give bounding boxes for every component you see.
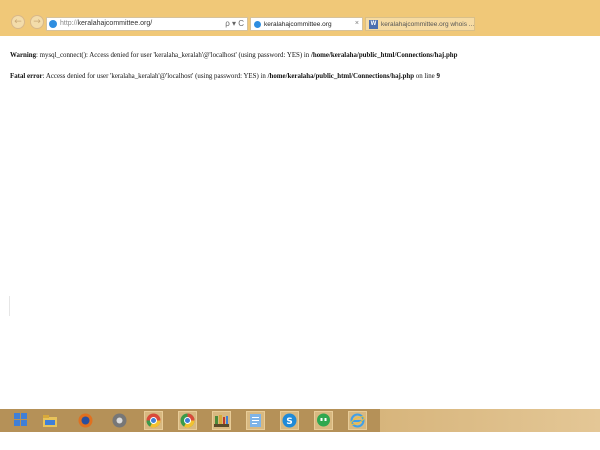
tab-active[interactable]: keralahajcommittee.org × [250, 17, 363, 31]
tab-label: keralahajcommittee.org [264, 21, 332, 28]
fatal-label: Fatal error [10, 73, 43, 80]
fatal-text: : Access denied for user 'keralaha_keral… [42, 73, 268, 80]
url-domain: keralahajcommittee.org/ [77, 20, 153, 27]
chrome-icon[interactable] [178, 411, 197, 430]
scroll-marker [9, 296, 10, 316]
url-text: http://keralahajcommittee.org/ [60, 20, 152, 27]
notepad-icon[interactable] [246, 411, 265, 430]
warning-label: Warning [10, 52, 37, 59]
skype-icon[interactable]: S [280, 411, 299, 430]
search-refresh-icons[interactable]: ρ ▾ C [225, 19, 244, 28]
ie-tab-icon [254, 21, 261, 28]
warning-path: /home/keralaha/public_html/Connections/h… [310, 52, 458, 59]
whois-tab-icon: W [369, 20, 378, 29]
forward-button[interactable]: → [30, 15, 44, 29]
site-favicon-icon [49, 20, 57, 28]
chrome-icon[interactable] [110, 411, 129, 430]
chrome-icon[interactable] [144, 411, 163, 430]
taskbar: S [0, 409, 600, 432]
forward-arrow-icon: → [33, 17, 41, 27]
warning-message: Warning: mysql_connect(): Access denied … [10, 52, 592, 59]
tab-label: keralahajcommittee.org whois ... [381, 21, 475, 28]
back-button[interactable]: ← [11, 15, 25, 29]
page-content: Warning: mysql_connect(): Access denied … [10, 52, 592, 80]
fatal-line-number: 9 [436, 73, 440, 80]
file-explorer-icon[interactable] [40, 411, 59, 430]
warning-text: : mysql_connect(): Access denied for use… [36, 52, 311, 59]
url-protocol: http:// [60, 20, 78, 27]
address-bar[interactable]: http://keralahajcommittee.org/ ρ ▾ C [46, 17, 248, 31]
fatal-line-text: on line [414, 73, 437, 80]
back-arrow-icon: ← [14, 17, 22, 27]
windows-start-icon[interactable] [14, 413, 27, 426]
firefox-icon[interactable] [76, 411, 95, 430]
hangouts-icon[interactable] [314, 411, 333, 430]
browser-toolbar: ← → http://keralahajcommittee.org/ ρ ▾ C… [0, 0, 600, 36]
svg-text:S: S [286, 417, 292, 427]
bookshelf-icon[interactable] [212, 411, 231, 430]
close-tab-icon[interactable]: × [355, 20, 359, 27]
internet-explorer-icon[interactable] [348, 411, 367, 430]
fatal-path: /home/keralaha/public_html/Connections/h… [267, 73, 415, 80]
fatal-error-message: Fatal error: Access denied for user 'ker… [10, 73, 592, 80]
tab-inactive[interactable]: W keralahajcommittee.org whois ... [365, 17, 475, 31]
taskbar-empty-area [380, 409, 600, 432]
